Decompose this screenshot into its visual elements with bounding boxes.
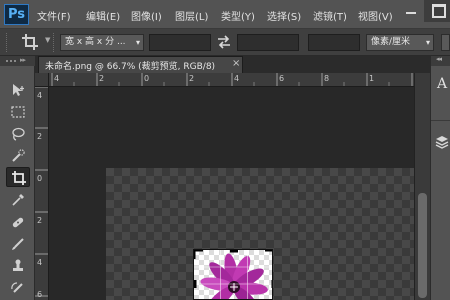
menu-type[interactable]: 类型(Y) [221, 8, 255, 23]
stamp-icon[interactable] [6, 256, 30, 276]
ruler-label: 2 [99, 74, 105, 83]
crop-box[interactable] [193, 249, 273, 300]
ruler-label: 6 [37, 290, 43, 299]
unit-select-value: 像素/厘米 [371, 37, 411, 47]
crop-grid-overlay [194, 250, 272, 299]
document-tab[interactable]: 未命名.png @ 66.7% (裁剪预览, RGB/8) × [38, 56, 243, 73]
scrollbar-thumb[interactable] [418, 193, 427, 298]
ruler-ticks [35, 87, 48, 297]
menu-edit[interactable]: 编辑(E) [86, 8, 120, 23]
healing-brush-icon[interactable] [6, 212, 30, 232]
ruler-label: 0 [37, 174, 43, 183]
ruler-label: 2 [37, 132, 43, 141]
tool-preset-arrow-icon[interactable]: ▼ [45, 36, 50, 44]
maximize-icon[interactable] [424, 0, 450, 22]
layers-panel-icon[interactable] [435, 134, 449, 149]
ruler-label: 0 [144, 74, 150, 83]
chevron-down-icon: ▾ [425, 38, 430, 47]
crop-icon[interactable] [6, 167, 30, 187]
dock-header[interactable]: ◂◂ [431, 55, 450, 66]
options-extra-button[interactable] [441, 34, 450, 51]
collapse-icon[interactable]: ◂◂ [436, 55, 442, 63]
resolution-input[interactable] [308, 34, 360, 51]
toolbox: ▸▸ [0, 56, 35, 300]
ruler-label: 2 [37, 216, 43, 225]
workspace[interactable] [49, 87, 414, 300]
grip-icon [6, 60, 16, 62]
width-input[interactable] [149, 34, 211, 51]
dock-divider [431, 120, 450, 121]
crop-tool-icon[interactable] [20, 32, 42, 52]
menu-image[interactable]: 图像(I) [131, 8, 162, 23]
menu-file[interactable]: 文件(F) [37, 8, 71, 23]
ruler-label: 4 [234, 74, 240, 83]
ratio-select-value: 宽 x 高 x 分 ... [65, 37, 126, 47]
minimize-icon[interactable] [404, 0, 418, 22]
menu-bar: Ps 文件(F) 编辑(E) 图像(I) 图层(L) 类型(Y) 选择(S) 滤… [0, 0, 450, 29]
menu-layer[interactable]: 图层(L) [175, 8, 208, 23]
ruler-label: 6 [279, 74, 285, 83]
menu-select[interactable]: 选择(S) [267, 8, 301, 23]
document-tab-bar: 未命名.png @ 66.7% (裁剪预览, RGB/8) × [35, 56, 430, 73]
ruler-label: 1 [369, 74, 375, 83]
chevron-down-icon: ▾ [135, 38, 140, 47]
unit-select[interactable]: 像素/厘米 ▾ [366, 34, 434, 51]
ps-logo-icon[interactable]: Ps [4, 4, 29, 25]
menu-view[interactable]: 视图(V) [358, 8, 393, 23]
options-grip[interactable] [6, 33, 8, 52]
brush-icon[interactable] [6, 234, 30, 254]
lasso-tool-icon[interactable] [6, 124, 30, 144]
expand-icon: ▸▸ [20, 56, 26, 64]
toolbox-header[interactable]: ▸▸ [0, 56, 35, 66]
eyedropper-icon[interactable] [6, 190, 30, 210]
close-icon[interactable]: × [232, 58, 240, 69]
ratio-select[interactable]: 宽 x 高 x 分 ... ▾ [60, 34, 144, 51]
marquee-tool-icon[interactable] [6, 102, 30, 122]
vertical-scrollbar[interactable] [414, 73, 430, 300]
options-bar: ▼ 宽 x 高 x 分 ... ▾ 像素/厘米 ▾ [0, 29, 450, 56]
document-tab-title: 未命名.png @ 66.7% (裁剪预览, RGB/8) [45, 62, 216, 72]
menu-filter[interactable]: 滤镜(T) [313, 8, 347, 23]
vertical-ruler[interactable]: 4 2 0 2 4 6 [35, 87, 49, 300]
history-brush-icon[interactable] [6, 278, 30, 298]
ruler-label: 8 [324, 74, 330, 83]
ruler-label: 4 [37, 258, 43, 267]
ruler-label: 4 [37, 91, 43, 100]
ruler-corner[interactable] [35, 73, 49, 87]
right-dock: ◂◂ A [430, 55, 450, 300]
options-divider [53, 33, 55, 52]
character-panel-icon[interactable]: A [437, 76, 447, 92]
ruler-label: 2 [189, 74, 195, 83]
ruler-label: 4 [54, 74, 60, 83]
swap-icon[interactable] [216, 34, 232, 50]
height-input[interactable] [237, 34, 299, 51]
horizontal-ruler[interactable]: 4 2 0 2 4 6 8 1 [49, 73, 414, 87]
quick-selection-icon[interactable] [6, 146, 30, 166]
move-tool-icon[interactable] [6, 80, 30, 100]
